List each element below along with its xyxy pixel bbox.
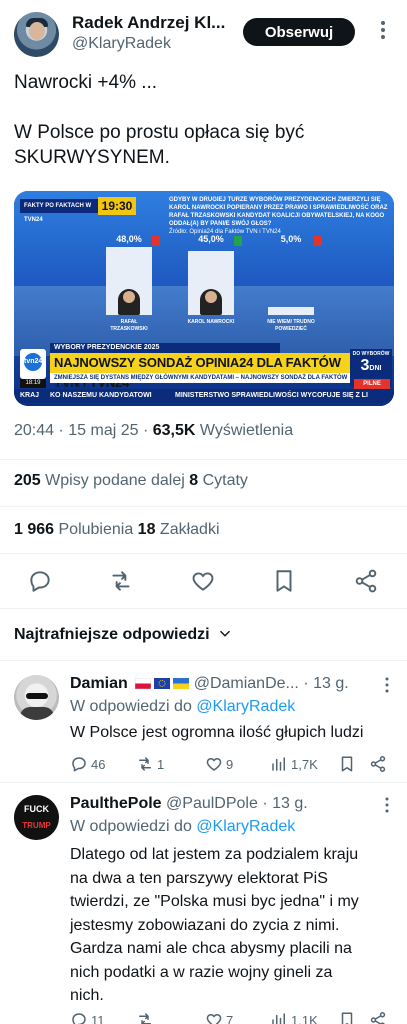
divider bbox=[0, 506, 407, 507]
repost-icon[interactable] bbox=[108, 568, 134, 594]
repost-quote-stats: 205 Wpisy podane dalej 8 Cytaty bbox=[14, 472, 248, 490]
reply-more-icon[interactable] bbox=[381, 796, 393, 814]
follow-button[interactable]: Obserwuj bbox=[243, 18, 355, 46]
reply-avatar[interactable] bbox=[14, 675, 59, 720]
reply-author-name[interactable]: PaulthePole bbox=[70, 795, 162, 812]
reply-author-handle[interactable]: @DamianDe... bbox=[194, 675, 299, 692]
tweet-meta: 20:44 · 15 maj 25 · 63,5K Wyświetlenia bbox=[14, 422, 293, 440]
media-tag-left: FAKTY PO FAKTACH W TVN24 bbox=[20, 199, 98, 223]
tweet-line-1: Nawrocki +4% ... bbox=[14, 72, 158, 93]
reply-comment-action[interactable]: 46 bbox=[70, 755, 105, 773]
tweet-media-image[interactable]: FAKTY PO FAKTACH W TVN24 19:30 GDYBY W D… bbox=[14, 191, 394, 406]
reply-repost-action[interactable] bbox=[136, 1011, 154, 1024]
divider bbox=[0, 660, 407, 661]
divider bbox=[0, 782, 407, 783]
reply-like-action[interactable]: 7 bbox=[205, 1011, 233, 1024]
reply-time: · 13 g. bbox=[262, 795, 308, 812]
tweet-line-3: SKURWYSYNEM. bbox=[14, 147, 170, 168]
media-caption: GDYBY W DRUGIEJ TURZE WYBORÓW PREZYDENCK… bbox=[169, 197, 388, 235]
reply-share-icon[interactable] bbox=[369, 1011, 387, 1024]
media-time: 19:30 bbox=[98, 197, 136, 215]
divider bbox=[0, 608, 407, 609]
reply-to-mention[interactable]: @KlaryRadek bbox=[196, 818, 295, 835]
like-icon bbox=[206, 1014, 222, 1024]
reply-header: PaulthePole @PaulDPole · 13 g. bbox=[70, 795, 308, 813]
bar-name-2: KAROL NAWROCKI bbox=[187, 319, 235, 325]
divider bbox=[0, 459, 407, 460]
reply-icon[interactable] bbox=[27, 568, 53, 594]
reply-comment-action[interactable]: 11 bbox=[70, 1011, 105, 1024]
bar-label-1: 48,0% bbox=[116, 234, 142, 244]
reply-author-name[interactable]: Damian bbox=[70, 675, 128, 692]
share-icon[interactable] bbox=[353, 568, 379, 594]
author-name[interactable]: Radek Andrzej Kl... bbox=[72, 13, 225, 33]
views-label: Wyświetlenia bbox=[195, 422, 294, 439]
bar-marker-1 bbox=[152, 236, 160, 246]
views-icon bbox=[272, 1013, 285, 1024]
reply-text: Dlatego od lat jestem za podzialem kraju… bbox=[70, 846, 359, 1004]
bar-marker-2 bbox=[234, 236, 242, 246]
candidate-photo-2 bbox=[200, 289, 222, 315]
author-avatar[interactable] bbox=[14, 12, 59, 57]
reposts-stat[interactable]: 205 Wpisy podane dalej bbox=[14, 472, 189, 489]
reply-time: · 13 g. bbox=[303, 675, 349, 692]
reply-to-line: W odpowiedzi do @KlaryRadek bbox=[70, 698, 296, 715]
reply-icon bbox=[72, 757, 86, 772]
reply-icon bbox=[72, 1013, 86, 1024]
reply-text: W Polsce jest ogromna ilość głupich ludz… bbox=[70, 724, 364, 741]
candidate-photo-1 bbox=[118, 289, 140, 315]
reply-like-action[interactable]: 9 bbox=[205, 755, 233, 773]
reply-to-mention[interactable]: @KlaryRadek bbox=[196, 698, 295, 715]
like-icon bbox=[206, 758, 222, 771]
bar-name-3: NIE WIEM/ TRUDNO POWIEDZIEĆ bbox=[267, 319, 315, 332]
reply-bookmark-icon[interactable] bbox=[338, 1011, 356, 1024]
bar-3 bbox=[268, 307, 314, 315]
reply-more-icon[interactable] bbox=[381, 676, 393, 694]
like-icon[interactable] bbox=[190, 568, 216, 594]
media-strip-top: WYBORY PREZYDENCKIE 2025 bbox=[50, 343, 280, 353]
flags bbox=[132, 675, 193, 692]
likes-stat[interactable]: 1 966 Polubienia bbox=[14, 521, 138, 538]
reply-share-icon[interactable] bbox=[369, 755, 387, 773]
bar-marker-3 bbox=[314, 236, 322, 246]
tweet-line-2: W Polsce po prostu opłaca się być bbox=[14, 122, 305, 143]
reply-avatar[interactable]: FUCK TRUMP bbox=[14, 795, 59, 840]
reply-to-line: W odpowiedzi do @KlaryRadek bbox=[70, 818, 296, 835]
repost-icon bbox=[139, 1013, 151, 1024]
reply-views-action[interactable]: 1,7K bbox=[270, 755, 318, 773]
chevron-down-icon bbox=[220, 630, 230, 637]
tweet-timestamp[interactable]: 20:44 · 15 maj 25 · bbox=[14, 422, 153, 439]
media-strip-main: NAJNOWSZY SONDAŻ OPINIA24 DLA FAKTÓW TVN… bbox=[50, 353, 350, 390]
author-handle[interactable]: @KlaryRadek bbox=[72, 35, 171, 53]
tweet-text: Nawrocki +4% ... W Polsce po prostu opła… bbox=[14, 70, 394, 170]
tvn24-logo: tvn24 bbox=[20, 349, 46, 379]
bookmark-icon[interactable] bbox=[271, 568, 297, 594]
quotes-stat[interactable]: 8 Cytaty bbox=[189, 472, 248, 489]
bar-name-1: RAFAŁ TRZASKOWSKI bbox=[110, 319, 148, 332]
like-bookmark-stats: 1 966 Polubienia 18 Zakładki bbox=[14, 521, 220, 539]
reply-bookmark-icon[interactable] bbox=[338, 755, 356, 773]
reply-repost-action[interactable]: 1 bbox=[136, 755, 164, 773]
replies-header-label: Najtrafniejsze odpowiedzi bbox=[14, 626, 210, 643]
reply-header: Damian @DamianDe... · 13 g. bbox=[70, 675, 349, 693]
reply-author-handle[interactable]: @PaulDPole bbox=[166, 795, 258, 812]
views-count: 63,5K bbox=[152, 422, 196, 439]
media-ticker: KRAJ KO NASZEMU KANDYDATOWI MINISTERSTWO S… bbox=[14, 389, 394, 403]
media-strip-sub: ZMNIEJSZA SIĘ DYSTANS MIĘDZY GŁÓWNYMI KA… bbox=[50, 373, 350, 391]
bar-label-3: 5,0% bbox=[280, 234, 302, 244]
bar-label-2: 45,0% bbox=[198, 234, 224, 244]
reply-views-action[interactable]: 1,1K bbox=[270, 1011, 318, 1024]
repost-icon bbox=[139, 757, 151, 771]
pilne-badge: PILNE bbox=[354, 379, 390, 389]
replies-sort-dropdown[interactable]: Najtrafniejsze odpowiedzi bbox=[14, 626, 232, 644]
views-icon bbox=[272, 757, 285, 771]
more-options-icon[interactable] bbox=[371, 18, 395, 42]
bookmarks-stat[interactable]: 18 Zakładki bbox=[138, 521, 220, 538]
divider bbox=[0, 553, 407, 554]
tvn-clock: 18:19 bbox=[20, 379, 46, 388]
